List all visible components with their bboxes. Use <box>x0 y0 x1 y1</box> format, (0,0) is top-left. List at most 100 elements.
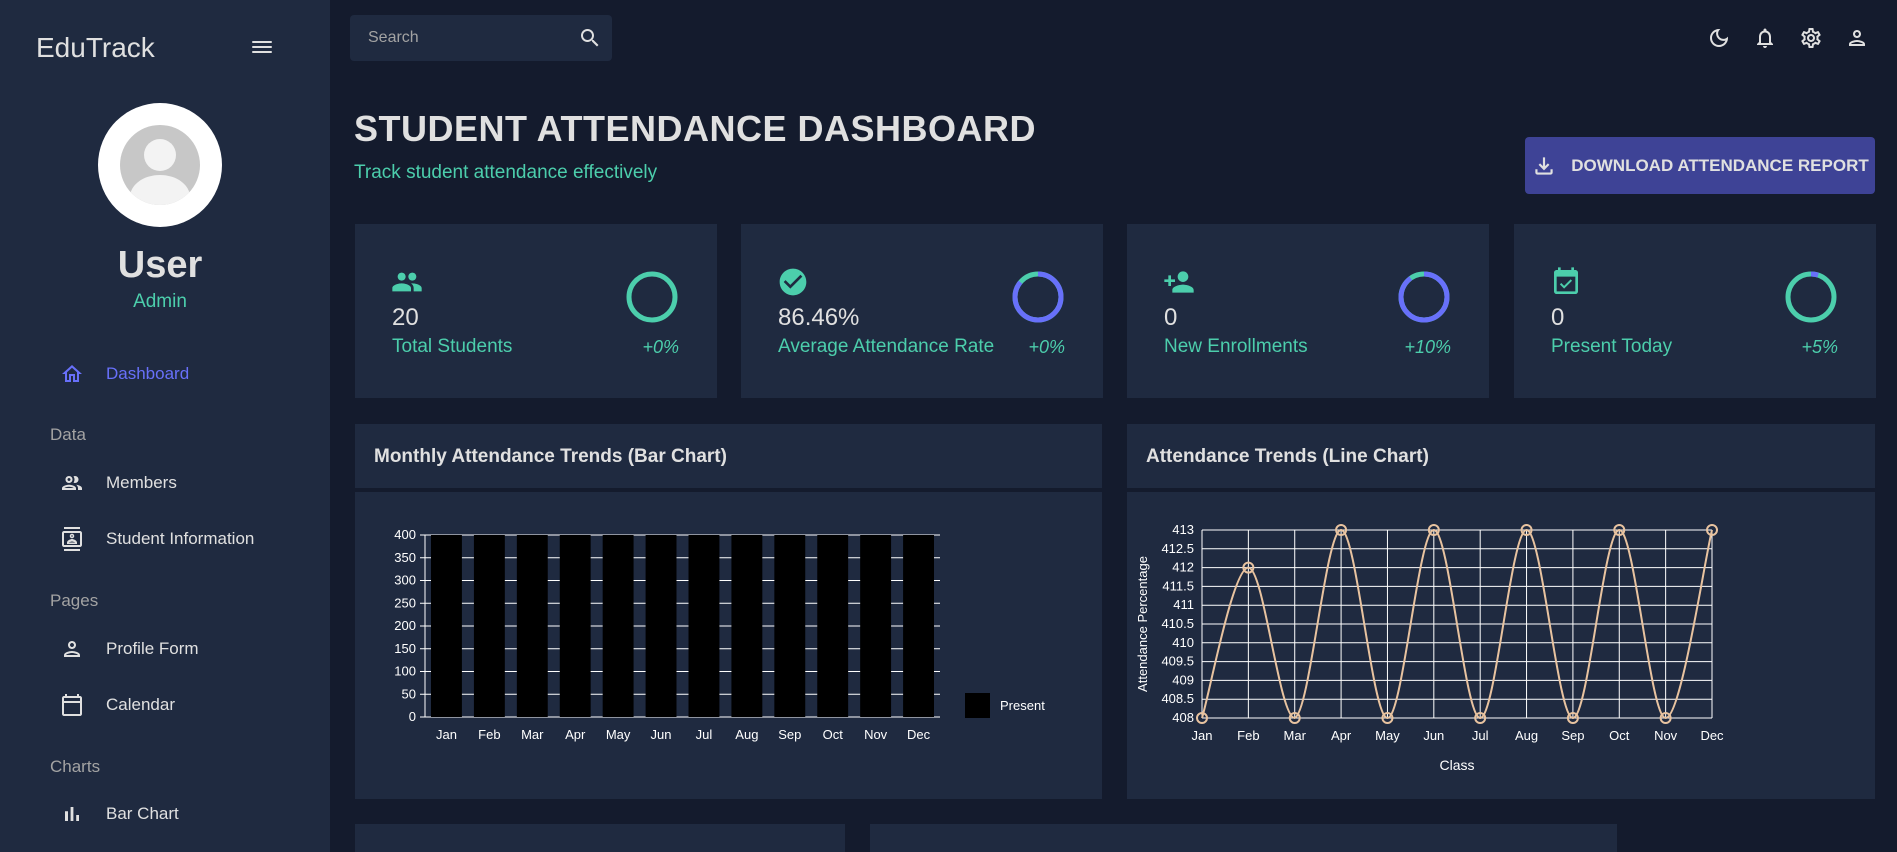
progress-ring-track <box>626 271 678 323</box>
stat-card-total-students: 20 Total Students +0% <box>355 224 717 398</box>
sidebar-item-student-information[interactable]: Student Information <box>60 519 254 559</box>
stat-title: Present Today <box>1551 336 1673 357</box>
x-tick-label: Jun <box>1423 728 1444 743</box>
person-add-icon <box>1164 271 1194 293</box>
y-axis-label: Attendance Percentage <box>1135 556 1150 692</box>
bell-icon[interactable] <box>1753 26 1777 50</box>
progress-ring <box>1785 271 1837 323</box>
bottom-panel-left <box>355 824 845 852</box>
x-tick-label: Feb <box>1237 728 1259 743</box>
section-label-data: Data <box>50 425 86 444</box>
legend-swatch <box>965 693 990 718</box>
y-tick-label: 350 <box>394 550 416 565</box>
stat-title: Average Attendance Rate <box>778 336 995 357</box>
bar <box>731 535 763 717</box>
sidebar-item-label: Members <box>106 473 177 492</box>
stat-card-attendance-rate: 86.46% Average Attendance Rate +0% <box>741 224 1103 398</box>
page-title: STUDENT ATTENDANCE DASHBOARD <box>354 108 1036 149</box>
download-report-button[interactable]: DOWNLOAD ATTENDANCE REPORT <box>1525 137 1875 194</box>
sidebar-item-calendar[interactable]: Calendar <box>60 685 175 725</box>
line-chart-title: Attendance Trends (Line Chart) <box>1146 446 1429 467</box>
legend-label: Present <box>1000 698 1045 713</box>
x-tick-label: Apr <box>565 727 586 742</box>
x-tick-label: Sep <box>1561 728 1584 743</box>
settings-icon[interactable] <box>1799 26 1823 50</box>
y-tick-label: 412.5 <box>1161 541 1194 556</box>
people-icon <box>62 476 82 490</box>
person-icon[interactable] <box>1845 26 1869 50</box>
y-tick-label: 412 <box>1172 560 1194 575</box>
bar <box>473 535 505 717</box>
stat-value: 86.46% <box>778 304 860 331</box>
bar <box>860 535 892 717</box>
search-box <box>350 15 612 61</box>
people-icon <box>392 272 422 292</box>
y-tick-label: 409 <box>1172 672 1194 687</box>
bar <box>817 535 849 717</box>
y-tick-label: 411.5 <box>1162 578 1194 593</box>
dark-mode-icon[interactable] <box>1707 26 1731 50</box>
home-icon <box>62 365 82 382</box>
event-available-icon <box>1554 267 1578 294</box>
sidebar-item-label: Bar Chart <box>106 804 179 823</box>
download-report-label: DOWNLOAD ATTENDANCE REPORT <box>1571 155 1869 175</box>
menu-toggle-icon[interactable] <box>250 38 274 58</box>
y-tick-label: 408.5 <box>1161 691 1194 706</box>
brand-logo: EduTrack <box>36 32 155 63</box>
x-tick-label: Aug <box>735 727 758 742</box>
progress-ring <box>1398 271 1450 323</box>
sidebar-item-label: Calendar <box>106 695 175 714</box>
person-icon <box>64 641 80 657</box>
bar-chart: 0 50 100 150 200 250 300 350 400 Jan Feb Mar Apr May J… <box>394 527 1045 742</box>
sidebar-item-members[interactable]: Members <box>60 463 177 503</box>
x-tick-label: Nov <box>1654 728 1678 743</box>
bar-chart-panel: 0 50 100 150 200 250 300 350 400 Jan Feb Mar Apr May J… <box>355 492 1102 799</box>
bar <box>774 535 806 717</box>
bar <box>688 535 720 717</box>
avatar <box>98 103 222 227</box>
x-tick-label: Jul <box>696 727 713 742</box>
y-tick-label: 100 <box>394 664 416 679</box>
y-tick-label: 300 <box>394 573 416 588</box>
download-icon <box>1535 156 1553 175</box>
y-tick-label: 50 <box>402 686 416 701</box>
x-tick-label: Feb <box>478 727 500 742</box>
section-label-charts: Charts <box>50 757 101 776</box>
user-role: Admin <box>133 291 187 312</box>
sidebar-item-label: Dashboard <box>106 364 190 383</box>
bar <box>602 535 634 717</box>
stat-delta: +5% <box>1801 337 1838 357</box>
bar <box>559 535 591 717</box>
sidebar-item-label: Student Information <box>106 529 255 548</box>
x-axis-label: Class <box>1439 757 1474 773</box>
search-input[interactable] <box>368 27 568 49</box>
x-tick-label: Jan <box>436 727 457 742</box>
bar-chart-icon <box>65 807 79 821</box>
x-tick-label: Aug <box>1515 728 1538 743</box>
line-chart: 408 408.5 409 409.5 410 410.5 411 411.5 412 412.5… <box>1135 522 1724 773</box>
x-tick-label: Oct <box>823 727 844 742</box>
sidebar: EduTrack User Admin Dashboard Data Membe… <box>0 0 330 852</box>
sidebar-item-dashboard[interactable]: Dashboard <box>60 354 189 394</box>
stat-value: 0 <box>1164 304 1178 331</box>
progress-ring <box>626 271 678 323</box>
y-tick-label: 408 <box>1172 710 1194 725</box>
x-tick-label: Apr <box>1331 728 1352 743</box>
x-tick-label: Oct <box>1609 728 1630 743</box>
y-tick-label: 250 <box>394 595 416 610</box>
y-tick-label: 409.5 <box>1161 654 1194 669</box>
x-tick-label: Jan <box>1192 728 1213 743</box>
x-tick-label: Jun <box>651 727 672 742</box>
y-tick-label: 411 <box>1173 597 1194 612</box>
bar <box>516 535 548 717</box>
search-icon[interactable] <box>578 26 602 50</box>
section-label-pages: Pages <box>50 591 99 610</box>
sidebar-item-bar-chart[interactable]: Bar Chart <box>60 794 179 834</box>
x-tick-label: Nov <box>864 727 888 742</box>
stat-value: 0 <box>1551 304 1565 331</box>
progress-ring-track <box>1785 271 1837 323</box>
y-tick-label: 410 <box>1172 635 1194 650</box>
y-tick-label: 410.5 <box>1161 616 1194 631</box>
progress-ring <box>1012 271 1064 323</box>
sidebar-item-profile-form[interactable]: Profile Form <box>60 629 199 669</box>
